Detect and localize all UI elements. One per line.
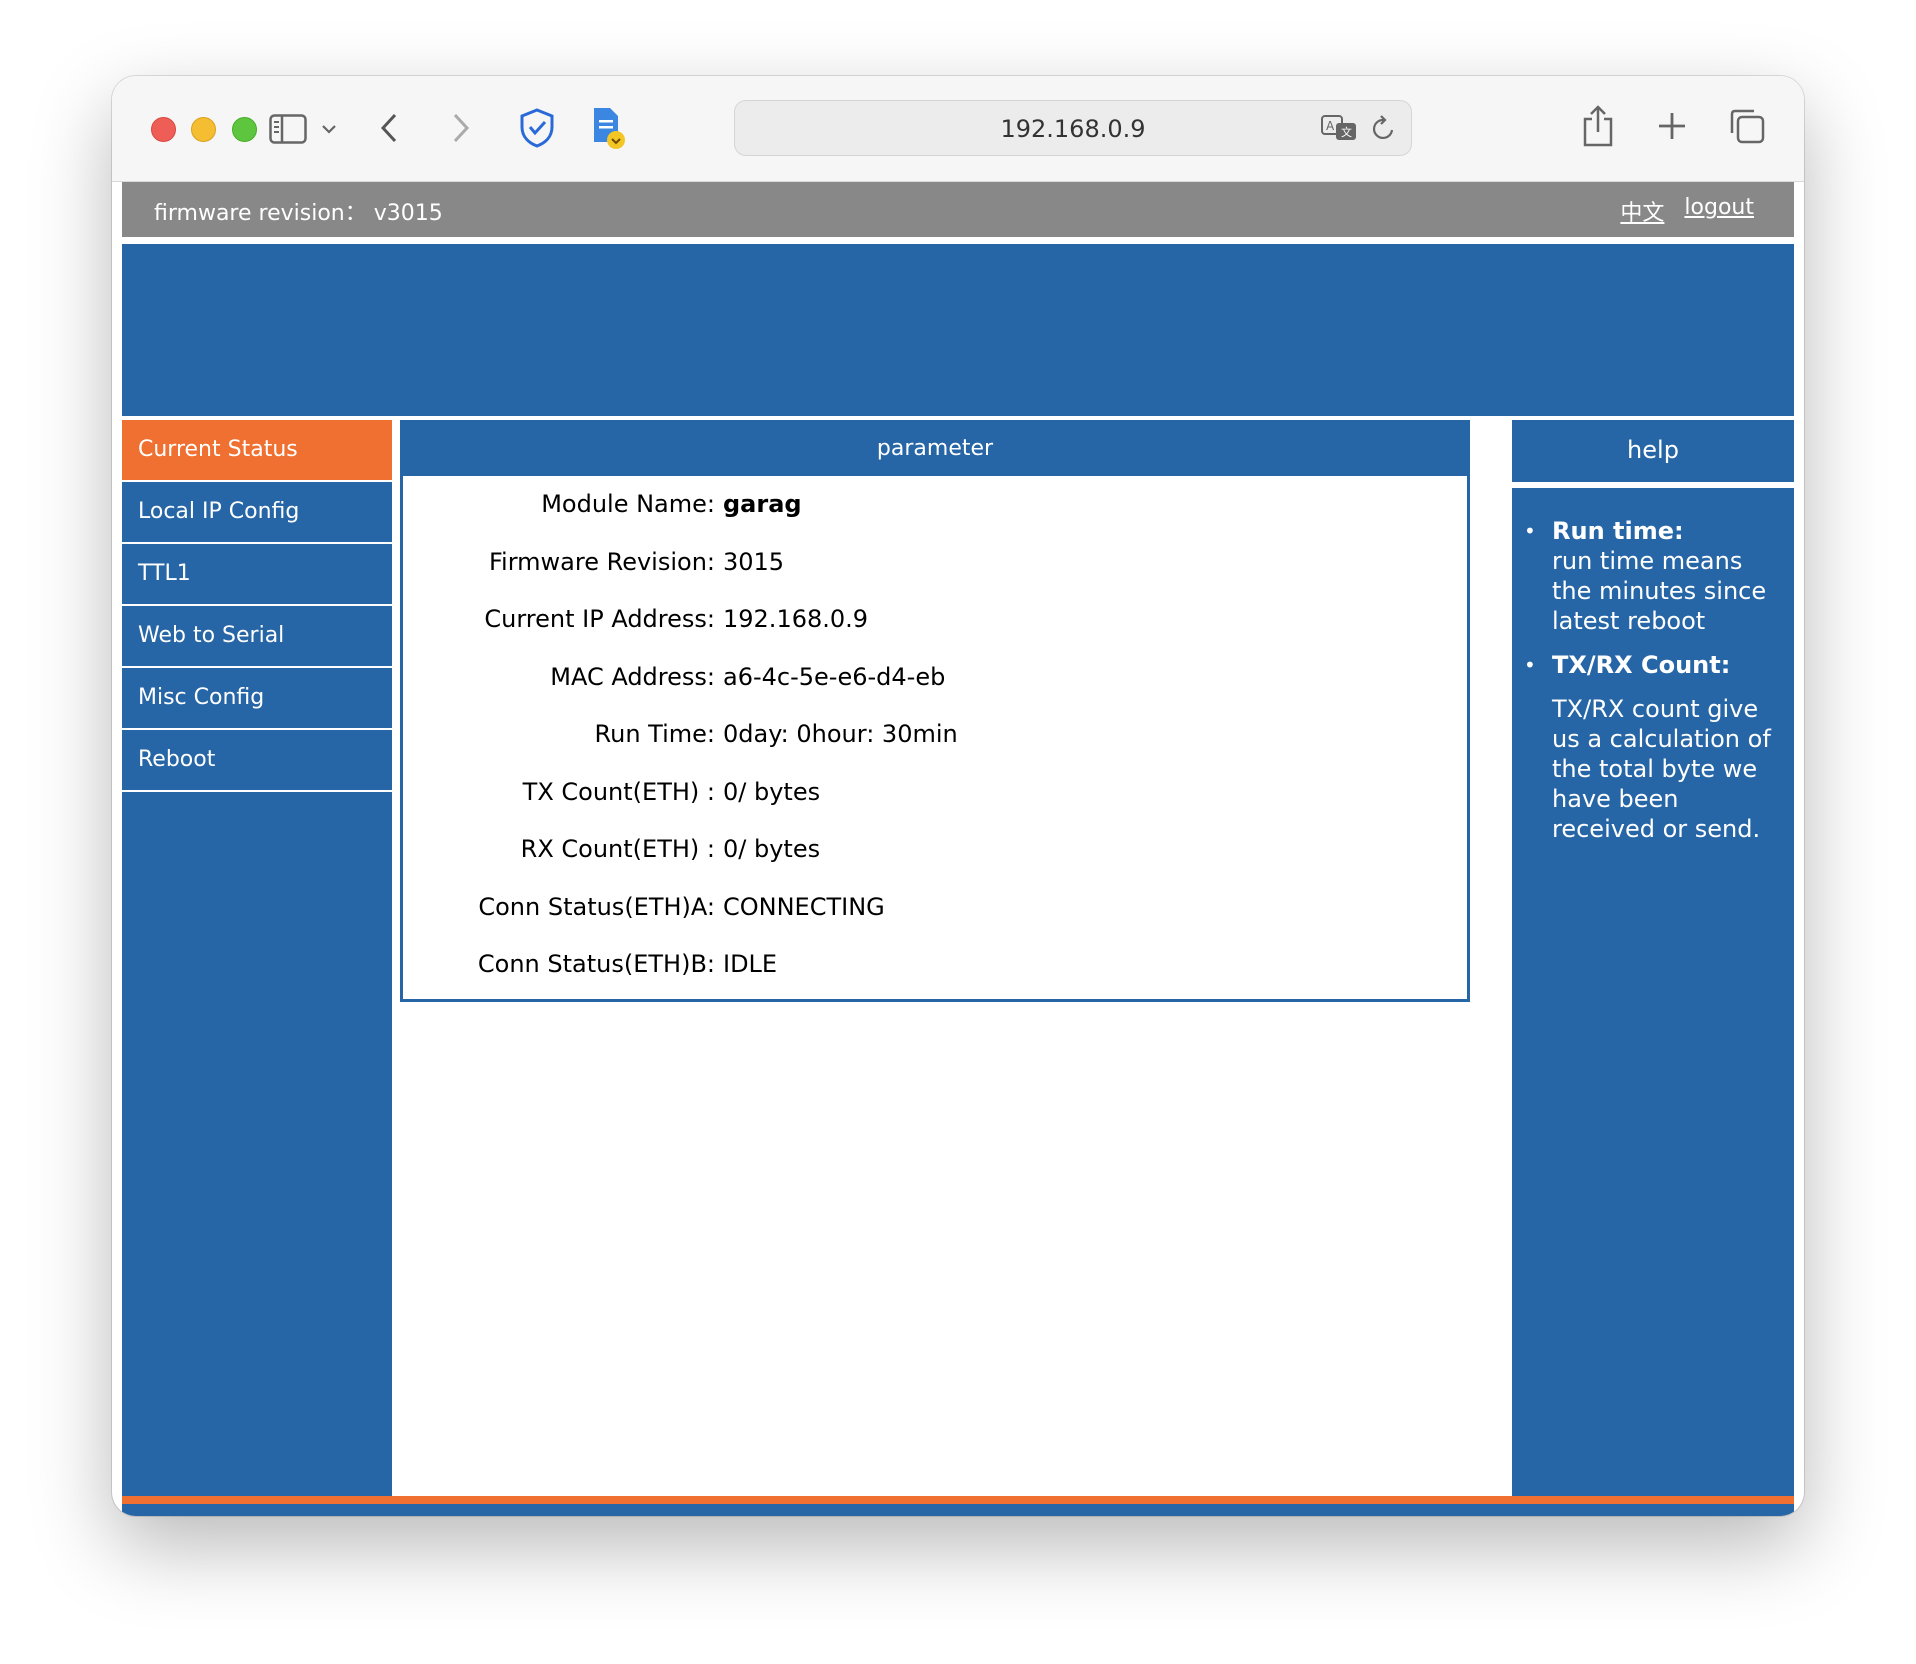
- help-term: TX/RX Count:: [1552, 651, 1731, 679]
- help-item: • Run time: run time means the minutes s…: [1524, 516, 1778, 636]
- param-label: Run Time:: [594, 720, 715, 748]
- param-row: TX Count(ETH) : 0/ bytes: [403, 778, 1467, 836]
- help-body: • Run time: run time means the minutes s…: [1512, 488, 1794, 1496]
- rx-count-value: 0/ bytes: [723, 835, 821, 863]
- footer-bar: [122, 1504, 1794, 1516]
- param-row: Conn Status(ETH)A: CONNECTING: [403, 893, 1467, 951]
- panel-title: parameter: [400, 420, 1470, 476]
- param-label: Module Name:: [541, 490, 715, 518]
- language-link[interactable]: 中文: [1620, 195, 1664, 227]
- address-url: 192.168.0.9: [1000, 115, 1146, 143]
- param-label: TX Count(ETH) :: [522, 777, 715, 806]
- svg-text:A: A: [1326, 119, 1335, 133]
- mac-address-value: a6-4c-5e-e6-d4-eb: [723, 662, 946, 691]
- chevron-down-icon[interactable]: [318, 116, 340, 142]
- param-row: Firmware Revision: 3015: [403, 548, 1467, 606]
- help-description: TX/RX count give us a calculation of the…: [1552, 695, 1771, 843]
- back-icon[interactable]: [374, 108, 404, 148]
- new-tab-icon[interactable]: [1652, 106, 1692, 146]
- sidebar-icon[interactable]: [268, 103, 308, 155]
- header-banner: [122, 244, 1794, 416]
- sidebar-item-ttl1[interactable]: TTL1: [122, 544, 392, 606]
- svg-text:文: 文: [1341, 125, 1352, 139]
- help-title: help: [1512, 420, 1794, 482]
- param-label: RX Count(ETH) :: [520, 835, 715, 863]
- tx-count-value: 0/ bytes: [723, 777, 821, 806]
- forward-icon[interactable]: [446, 108, 476, 148]
- shield-icon[interactable]: [516, 104, 558, 152]
- parameter-panel: parameter Module Name: garag Firmware Re…: [400, 420, 1470, 1002]
- minimize-window-button[interactable]: [191, 117, 216, 142]
- param-label: MAC Address:: [550, 662, 715, 691]
- reload-icon[interactable]: [1369, 113, 1399, 143]
- top-bar: firmware revision： v3015 中文 logout: [122, 182, 1794, 237]
- param-row: Run Time: 0day: 0hour: 30min: [403, 720, 1467, 778]
- top-links: 中文 logout: [1620, 195, 1754, 227]
- close-window-button[interactable]: [151, 117, 176, 142]
- ip-address-value: 192.168.0.9: [723, 605, 869, 633]
- param-row: Current IP Address: 192.168.0.9: [403, 605, 1467, 663]
- sidebar-item-local-ip-config[interactable]: Local IP Config: [122, 482, 392, 544]
- module-name-value: garag: [723, 490, 802, 518]
- conn-status-a-value: CONNECTING: [723, 892, 885, 921]
- document-icon[interactable]: [588, 104, 628, 152]
- param-row: Module Name: garag: [403, 490, 1467, 548]
- firmware-revision-label: firmware revision： v3015: [154, 201, 443, 226]
- param-label: Firmware Revision:: [488, 547, 715, 576]
- translate-icon[interactable]: A文: [1319, 113, 1359, 143]
- param-label: Conn Status(ETH)A:: [478, 892, 715, 921]
- sidebar-nav: Current Status Local IP Config TTL1 Web …: [122, 420, 392, 1496]
- web-page: firmware revision： v3015 中文 logout Curre…: [122, 182, 1794, 1516]
- param-label: Conn Status(ETH)B:: [477, 950, 715, 978]
- share-icon[interactable]: [1578, 100, 1618, 152]
- firmware-revision-value: 3015: [723, 547, 785, 576]
- help-item: • TX/RX Count: TX/RX count give us a cal…: [1524, 650, 1778, 844]
- param-row: MAC Address: a6-4c-5e-e6-d4-eb: [403, 663, 1467, 721]
- sidebar-item-web-to-serial[interactable]: Web to Serial: [122, 606, 392, 668]
- footer-accent-bar: [122, 1496, 1794, 1504]
- browser-toolbar: 192.168.0.9 A文: [112, 76, 1804, 182]
- sidebar-item-current-status[interactable]: Current Status: [122, 420, 392, 482]
- parameter-table: Module Name: garag Firmware Revision: 30…: [400, 476, 1470, 1002]
- zoom-window-button[interactable]: [232, 117, 257, 142]
- sidebar-item-reboot[interactable]: Reboot: [122, 730, 392, 792]
- tabs-icon[interactable]: [1726, 104, 1768, 148]
- help-panel: help • Run time: run time means the minu…: [1512, 420, 1794, 1496]
- bullet-icon: •: [1524, 653, 1536, 677]
- address-bar[interactable]: 192.168.0.9 A文: [734, 100, 1412, 156]
- help-term: Run time:: [1552, 517, 1684, 545]
- param-row: RX Count(ETH) : 0/ bytes: [403, 835, 1467, 893]
- help-description: run time means the minutes since latest …: [1552, 547, 1767, 635]
- param-row: Conn Status(ETH)B: IDLE: [403, 950, 1467, 1008]
- sidebar-item-misc-config[interactable]: Misc Config: [122, 668, 392, 730]
- browser-window: 192.168.0.9 A文 firmware revision： v3015 …: [112, 76, 1804, 1516]
- param-label: Current IP Address:: [484, 605, 715, 633]
- logout-link[interactable]: logout: [1684, 195, 1754, 227]
- conn-status-b-value: IDLE: [723, 950, 778, 978]
- bullet-icon: •: [1524, 519, 1536, 543]
- run-time-value: 0day: 0hour: 30min: [723, 720, 958, 748]
